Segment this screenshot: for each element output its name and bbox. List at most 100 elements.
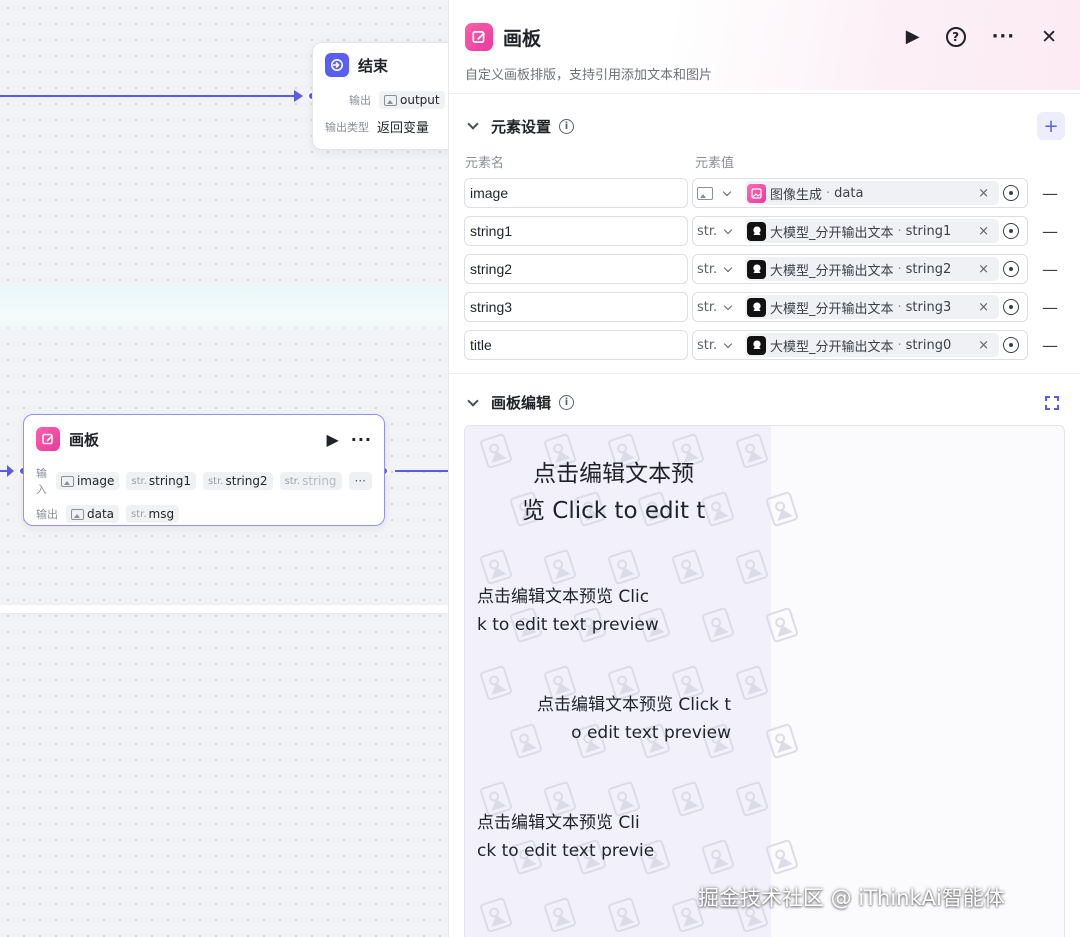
variable-picker-icon[interactable] — [1003, 299, 1019, 315]
type-select[interactable]: str. — [697, 338, 743, 353]
watermark: 掘金技术社区 @ iThinkAi智能体 — [698, 886, 1005, 910]
add-element-button[interactable]: + — [1037, 112, 1065, 140]
canvas-editor-preview[interactable]: 点击编辑文本预 览 Click to edit t 点击编辑文本预览 Clic … — [464, 425, 1065, 937]
more-icon[interactable]: ··· — [351, 430, 372, 449]
remove-element-button[interactable]: — — [1042, 222, 1058, 241]
inputs-more-button[interactable]: ··· — [348, 472, 372, 490]
variable-picker-icon[interactable] — [1003, 185, 1019, 201]
end-output-label: 输出 — [349, 94, 371, 107]
llm-node-icon — [747, 259, 766, 279]
board-input-chip: image — [55, 472, 120, 490]
panel-description: 自定义画板排版，支持引用添加文本和图片 — [465, 68, 713, 83]
variable-picker-icon[interactable] — [1003, 261, 1019, 277]
more-icon[interactable]: ··· — [992, 28, 1016, 46]
image-placeholder-icon — [765, 490, 799, 528]
arrow-head-icon — [294, 90, 303, 102]
image-placeholder-icon — [701, 490, 735, 528]
board-node-icon — [465, 23, 493, 51]
element-value-field[interactable]: str. 大模型_分开输出文本 · string2 × — [692, 254, 1028, 284]
run-icon[interactable]: ▶ — [326, 430, 338, 449]
remove-element-button[interactable]: — — [1042, 298, 1058, 317]
canvas-group-band — [0, 286, 448, 336]
image-placeholder-icon — [765, 722, 799, 760]
end-output-chip: output — [379, 91, 445, 109]
info-icon[interactable]: i — [559, 395, 575, 410]
image-placeholder-icon — [479, 432, 513, 470]
remove-element-button[interactable]: — — [1042, 336, 1058, 355]
board-output-label: 输出 — [36, 508, 58, 521]
image-placeholder-icon — [701, 838, 735, 876]
element-name-input[interactable]: title — [464, 330, 688, 360]
node-settings-panel: 画板 ▶ ? ··· ✕ 自定义画板排版，支持引用添加文本和图片 元素设置 i … — [448, 0, 1080, 937]
end-node[interactable]: 结束 输出 output 输出类型 返回变量 — [312, 42, 448, 150]
image-placeholder-icon — [735, 548, 769, 586]
board-node-title: 画板 — [69, 430, 100, 449]
text-element[interactable]: 点击编辑文本预览 Cli ck to edit text previe — [477, 809, 654, 865]
llm-node-icon — [747, 335, 766, 355]
close-icon[interactable]: ✕ — [1041, 27, 1057, 47]
remove-reference-icon[interactable]: × — [972, 224, 995, 239]
type-select[interactable]: str. — [697, 224, 743, 239]
remove-reference-icon[interactable]: × — [972, 262, 995, 277]
element-row: string2 str. 大模型_分开输出文本 · string2 × — — [464, 254, 1064, 284]
image-placeholder-icon — [543, 896, 577, 934]
chevron-down-icon — [723, 301, 733, 310]
variable-picker-icon[interactable] — [1003, 337, 1019, 353]
board-input-chip: str. string — [279, 472, 342, 490]
board-output-chip: str. msg — [126, 505, 180, 523]
connection-edge[interactable] — [395, 470, 448, 472]
image-type-icon — [384, 94, 397, 106]
variable-picker-icon[interactable] — [1003, 223, 1019, 239]
element-name-input[interactable]: string1 — [464, 216, 688, 246]
editor-section-title: 画板编辑 — [491, 394, 552, 412]
image-placeholder-icon — [543, 548, 577, 586]
llm-node-icon — [747, 221, 766, 241]
end-output-type-value: 返回变量 — [377, 121, 430, 136]
element-value-field[interactable]: str. 大模型_分开输出文本 · string3 × — [692, 292, 1028, 322]
remove-element-button[interactable]: — — [1042, 184, 1058, 203]
divider — [449, 93, 1080, 94]
remove-element-button[interactable]: — — [1042, 260, 1058, 279]
image-placeholder-icon — [701, 606, 735, 644]
arrow-head-icon — [7, 465, 14, 477]
remove-reference-icon[interactable]: × — [972, 300, 995, 315]
llm-node-icon — [747, 297, 766, 317]
board-node[interactable]: 画板 ▶ ··· 输入 image str. string1 str. stri… — [23, 414, 385, 526]
info-icon[interactable]: i — [559, 118, 575, 134]
element-name-input[interactable]: string2 — [464, 254, 688, 284]
text-element[interactable]: 点击编辑文本预览 Click t o edit text preview — [537, 691, 731, 747]
remove-reference-icon[interactable]: × — [972, 186, 995, 201]
elements-section-header[interactable]: 元素设置 i + — [465, 112, 1065, 140]
element-value-field[interactable]: 图像生成 · data × — [692, 178, 1028, 208]
reference-tag: 大模型_分开输出文本 · string0 × — [745, 333, 999, 357]
type-select[interactable]: str. — [697, 262, 743, 277]
text-element[interactable]: 点击编辑文本预览 Clic k to edit text preview — [477, 583, 659, 639]
image-type-icon — [60, 475, 74, 487]
expand-icon[interactable] — [1045, 395, 1059, 410]
chevron-down-icon[interactable] — [467, 394, 479, 407]
type-select[interactable]: str. — [697, 300, 743, 315]
element-row: string1 str. 大模型_分开输出文本 · string1 × — — [464, 216, 1064, 246]
image-placeholder-icon — [479, 896, 513, 934]
chevron-down-icon — [723, 263, 733, 272]
type-select[interactable] — [697, 186, 743, 200]
help-icon[interactable]: ? — [945, 27, 966, 47]
board-node-icon — [36, 427, 60, 451]
board-output-chip: data — [66, 505, 120, 523]
image-placeholder-icon — [671, 780, 705, 818]
editor-section-header[interactable]: 画板编辑 i — [465, 392, 1065, 413]
text-element[interactable]: 点击编辑文本预 览 Click to edit t — [522, 456, 705, 530]
element-name-input[interactable]: image — [464, 178, 688, 208]
element-value-field[interactable]: str. 大模型_分开输出文本 · string0 × — [692, 330, 1028, 360]
panel-title: 画板 — [503, 27, 542, 50]
chevron-down-icon — [723, 225, 733, 234]
element-value-field[interactable]: str. 大模型_分开输出文本 · string1 × — [692, 216, 1028, 246]
image-placeholder-icon — [607, 896, 641, 934]
connection-edge[interactable] — [0, 95, 296, 97]
element-name-input[interactable]: string3 — [464, 292, 688, 322]
chevron-down-icon[interactable] — [467, 118, 479, 130]
element-row: title str. 大模型_分开输出文本 · string0 × — — [464, 330, 1064, 360]
run-icon[interactable]: ▶ — [906, 28, 920, 46]
remove-reference-icon[interactable]: × — [972, 338, 995, 353]
workflow-canvas[interactable]: 结束 输出 output 输出类型 返回变量 画板 ▶ ··· 输入 image… — [0, 0, 448, 937]
